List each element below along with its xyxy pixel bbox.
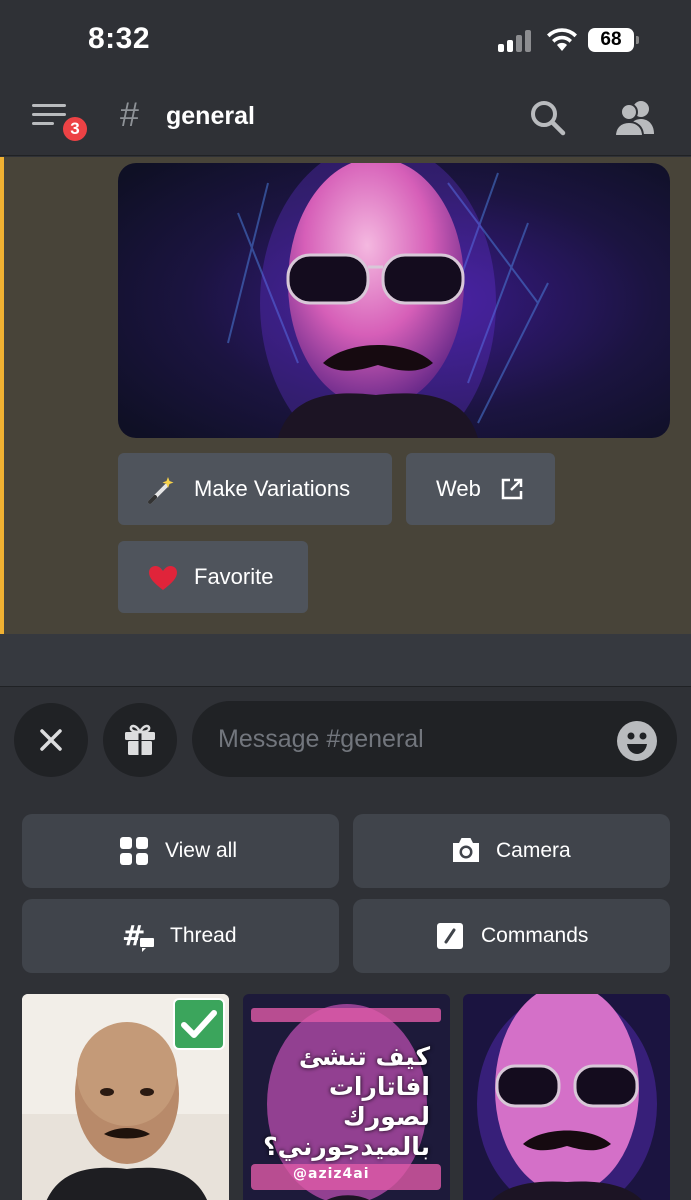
- grid-icon: [120, 837, 148, 865]
- attachment-panel: View all Camera # Thread Commands كيف تن…: [0, 792, 691, 1200]
- channel-hash-icon: #: [120, 96, 139, 134]
- status-bar: 8:32 68: [0, 0, 691, 80]
- view-all-label: View all: [165, 839, 237, 862]
- battery-icon: 68: [588, 28, 639, 52]
- external-link-icon: [501, 478, 523, 500]
- make-variations-button[interactable]: Make Variations: [118, 453, 392, 525]
- camera-label: Camera: [496, 839, 571, 862]
- favorite-label: Favorite: [194, 564, 274, 589]
- camera-icon: [453, 838, 479, 862]
- view-all-button[interactable]: View all: [22, 814, 339, 888]
- notification-badge: 3: [60, 114, 90, 144]
- close-button[interactable]: [14, 703, 88, 777]
- tutorial-overlay-text: كيف تنشئ افاتارات لصورك بالميدجورني؟: [263, 1042, 430, 1161]
- thread-icon: #: [122, 921, 156, 952]
- web-link-button[interactable]: Web: [406, 453, 555, 525]
- tutorial-handle-text: @aziz4ai: [293, 1166, 370, 1182]
- favorite-button[interactable]: Favorite: [118, 541, 308, 613]
- web-label: Web: [436, 476, 481, 501]
- wifi-icon: [547, 28, 577, 51]
- make-variations-label: Make Variations: [194, 476, 351, 501]
- message-input[interactable]: Message #general: [192, 701, 677, 777]
- gallery-thumbnail-tutorial[interactable]: كيف تنشئ افاتارات لصورك بالميدجورني؟ @az…: [243, 994, 450, 1200]
- gift-icon: [125, 724, 155, 755]
- thread-button[interactable]: # Thread: [22, 899, 339, 973]
- highlighted-message: Make Variations Web Favorite: [0, 157, 691, 634]
- emoji-icon[interactable]: [617, 721, 657, 761]
- gallery-thumbnail-avatar[interactable]: [463, 994, 670, 1200]
- gallery-thumbnail-selfie[interactable]: [22, 994, 229, 1200]
- heart-icon: [149, 566, 177, 590]
- thread-label: Thread: [170, 924, 237, 947]
- selected-check-icon: [173, 998, 225, 1050]
- commands-label: Commands: [481, 924, 589, 947]
- slash-command-icon: [437, 923, 463, 949]
- mention-highlight-bar: [0, 157, 4, 634]
- close-icon: [40, 729, 62, 751]
- message-composer: Message #general: [0, 686, 691, 792]
- generated-avatar-image[interactable]: [118, 163, 670, 438]
- camera-button[interactable]: Camera: [353, 814, 670, 888]
- clock: 8:32: [88, 22, 151, 55]
- cellular-signal-icon: [498, 30, 534, 52]
- message-list-footer: [0, 634, 691, 686]
- gift-button[interactable]: [103, 703, 177, 777]
- search-icon[interactable]: [528, 98, 568, 138]
- magic-wand-icon: [148, 477, 174, 504]
- channel-title[interactable]: general: [166, 102, 255, 131]
- members-icon[interactable]: [612, 98, 658, 138]
- commands-button[interactable]: Commands: [353, 899, 670, 973]
- channel-header: 3 # general: [0, 80, 691, 156]
